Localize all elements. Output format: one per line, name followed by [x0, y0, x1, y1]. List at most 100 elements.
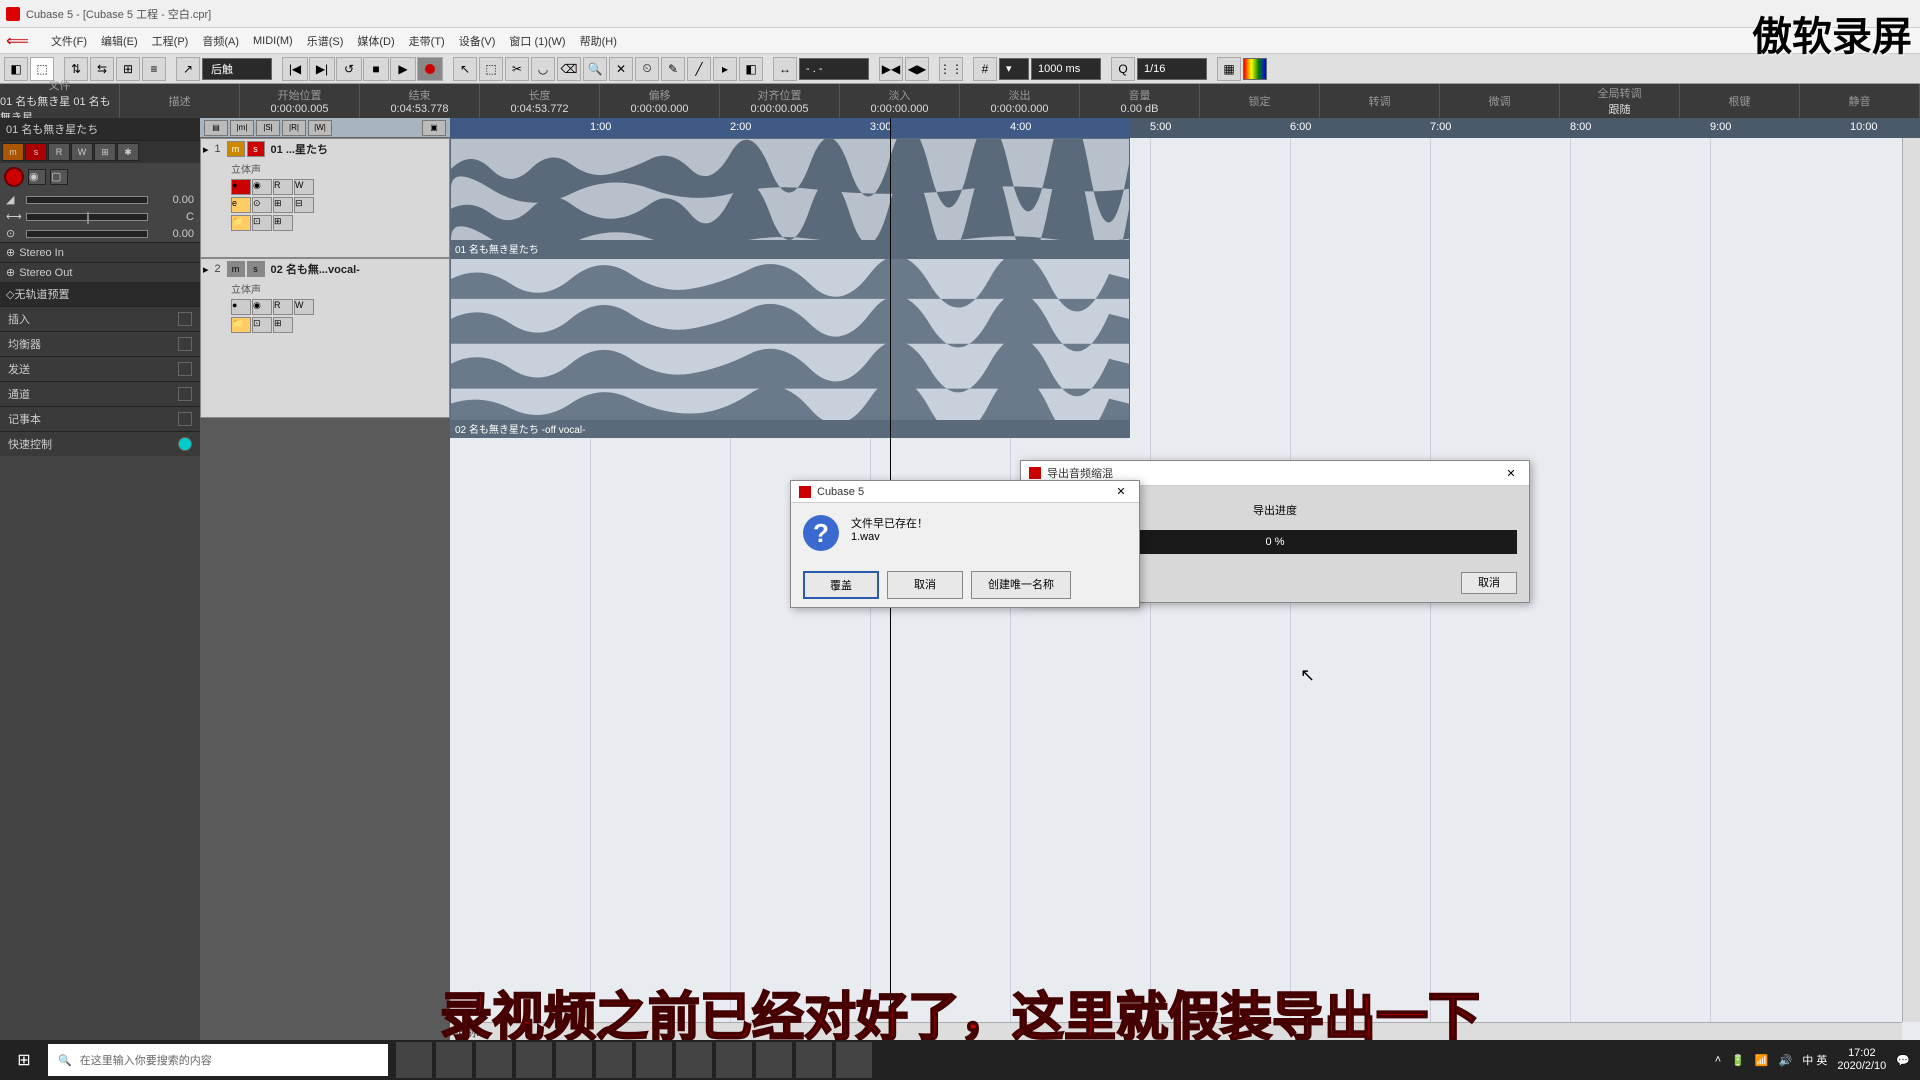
section-eq[interactable]: 均衡器	[0, 331, 200, 356]
automation3-icon[interactable]: ⊞	[116, 57, 140, 81]
ruler-zoom[interactable]: ▣	[422, 120, 446, 136]
task-icon[interactable]	[516, 1042, 552, 1078]
section-channel[interactable]: 通道	[0, 381, 200, 406]
section-sends[interactable]: 发送	[0, 356, 200, 381]
menu-edit[interactable]: 编辑(E)	[101, 33, 138, 49]
monitor-icon[interactable]: ◉	[28, 169, 46, 185]
task-icon[interactable]	[636, 1042, 672, 1078]
task-icon[interactable]	[756, 1042, 792, 1078]
task-icon[interactable]	[596, 1042, 632, 1078]
tray-clock[interactable]: 17:02 2020/2/10	[1837, 1047, 1886, 1073]
menu-score[interactable]: 乐谱(S)	[307, 33, 344, 49]
snap-left-icon[interactable]: ▶◀	[879, 57, 903, 81]
record-icon[interactable]	[417, 57, 443, 81]
section-notepad[interactable]: 记事本	[0, 406, 200, 431]
read-auto[interactable]: R	[273, 179, 293, 195]
audio-clip[interactable]: 02 名も無き星たち -off vocal-	[450, 258, 1130, 438]
nudge-value[interactable]: - . -	[799, 58, 869, 80]
section-inserts[interactable]: 插入	[0, 306, 200, 331]
write-button[interactable]: W	[71, 143, 93, 161]
color-tool-icon[interactable]: ▦	[1217, 57, 1241, 81]
inspector-track-name[interactable]: 01 名も無き星たち	[0, 118, 200, 141]
snap-time[interactable]: 1000 ms	[1031, 58, 1101, 80]
quantize-icon[interactable]: Q	[1111, 57, 1135, 81]
ruler-w[interactable]: |W|	[308, 120, 332, 136]
cancel-button[interactable]: 取消	[887, 571, 963, 599]
folder-icon[interactable]: 📁	[231, 317, 251, 333]
tool-zoom-icon[interactable]: 🔍	[583, 57, 607, 81]
timeline-ruler[interactable]: 1:00 2:00 3:00 4:00 5:00 6:00 7:00 8:00 …	[450, 118, 1920, 138]
automation2-icon[interactable]: ⇆	[90, 57, 114, 81]
ctrl-icon[interactable]: ⊞	[273, 317, 293, 333]
menu-audio[interactable]: 音频(A)	[202, 33, 239, 49]
edit-icon[interactable]: e	[231, 197, 251, 213]
cancel-button[interactable]: 取消	[1461, 572, 1517, 594]
output-routing[interactable]: ⊕Stereo Out	[0, 262, 200, 282]
tray-icon[interactable]: 🔋	[1731, 1054, 1745, 1067]
ruler-m[interactable]: |m|	[230, 120, 254, 136]
monitor[interactable]: ◉	[252, 179, 272, 195]
ctrl-icon[interactable]: ⊟	[294, 197, 314, 213]
track-row[interactable]: ▸ 2 m s 02 名も無...vocal- 立体声 ● ◉ R W 📁 ⊡ …	[200, 258, 450, 418]
close-icon[interactable]: ✕	[1501, 467, 1521, 480]
task-icon[interactable]	[436, 1042, 472, 1078]
volume-value[interactable]: 0.00	[154, 194, 194, 206]
tray-ime[interactable]: 中 英	[1802, 1052, 1827, 1068]
constrain-icon[interactable]: ◧	[4, 57, 28, 81]
menu-window[interactable]: 窗口 (1)(W)	[509, 33, 565, 49]
pan-slider[interactable]	[26, 213, 148, 221]
ctrl-icon[interactable]: ⊡	[252, 317, 272, 333]
tray-chevron-icon[interactable]: ˄	[1715, 1054, 1721, 1066]
task-icon[interactable]	[396, 1042, 432, 1078]
tool-split-icon[interactable]: ✂	[505, 57, 529, 81]
track-solo[interactable]: s	[247, 261, 265, 277]
ctrl-icon[interactable]: ⊡	[252, 215, 272, 231]
cycle-icon[interactable]: ↺	[336, 57, 362, 81]
stop-icon[interactable]: ■	[363, 57, 389, 81]
task-icon[interactable]	[476, 1042, 512, 1078]
rec-arm[interactable]: ●	[231, 179, 251, 195]
read-button[interactable]: R	[48, 143, 70, 161]
scrollbar-vertical[interactable]	[1902, 138, 1920, 1022]
insp-btn[interactable]: ▢	[50, 169, 68, 185]
tool-timewarp-icon[interactable]: ⏲	[635, 57, 659, 81]
menu-file[interactable]: 文件(F)	[51, 33, 87, 49]
tray-wifi-icon[interactable]: 📶	[1755, 1054, 1769, 1067]
track-preset[interactable]: ◇ 无轨道预置	[0, 282, 200, 306]
write-auto[interactable]: W	[294, 299, 314, 315]
delay-value[interactable]: 0.00	[154, 228, 194, 240]
tool-erase-icon[interactable]: ⌫	[557, 57, 581, 81]
menu-media[interactable]: 媒体(D)	[357, 33, 394, 49]
task-icon[interactable]	[556, 1042, 592, 1078]
ruler-s[interactable]: |S|	[256, 120, 280, 136]
ctrl-icon[interactable]: ⊙	[252, 197, 272, 213]
color-palette-icon[interactable]	[1243, 58, 1267, 80]
automation4-icon[interactable]: ≡	[142, 57, 166, 81]
menu-devices[interactable]: 设备(V)	[459, 33, 496, 49]
tool-range-icon[interactable]: ⬚	[479, 57, 503, 81]
ctrl-icon[interactable]: ⊞	[273, 197, 293, 213]
menu-help[interactable]: 帮助(H)	[580, 33, 617, 49]
track-name[interactable]: 02 名も無...vocal-	[267, 261, 447, 277]
tool-pointer-icon[interactable]: ↖	[453, 57, 477, 81]
read-auto[interactable]: R	[273, 299, 293, 315]
task-icon[interactable]	[836, 1042, 872, 1078]
menu-transport[interactable]: 走带(T)	[409, 33, 445, 49]
track-solo[interactable]: s	[247, 141, 265, 157]
back-icon[interactable]: ⟸	[6, 31, 29, 51]
volume-slider[interactable]	[26, 196, 148, 204]
goto-start-icon[interactable]: |◀	[282, 57, 308, 81]
task-icon[interactable]	[676, 1042, 712, 1078]
mute-button[interactable]: m	[2, 143, 24, 161]
automode-select[interactable]: 后触	[202, 58, 272, 80]
rec-arm[interactable]: ●	[231, 299, 251, 315]
track-mute[interactable]: m	[227, 141, 245, 157]
goto-end-icon[interactable]: ▶|	[309, 57, 335, 81]
record-arm-icon[interactable]	[4, 167, 24, 187]
menu-project[interactable]: 工程(P)	[152, 33, 189, 49]
nudge-icon[interactable]: ↔	[773, 57, 797, 81]
tool-play-icon[interactable]: ▸	[713, 57, 737, 81]
tool-draw-icon[interactable]: ✎	[661, 57, 685, 81]
close-icon[interactable]: ✕	[1111, 485, 1131, 498]
menu-midi[interactable]: MIDI(M)	[253, 35, 293, 47]
